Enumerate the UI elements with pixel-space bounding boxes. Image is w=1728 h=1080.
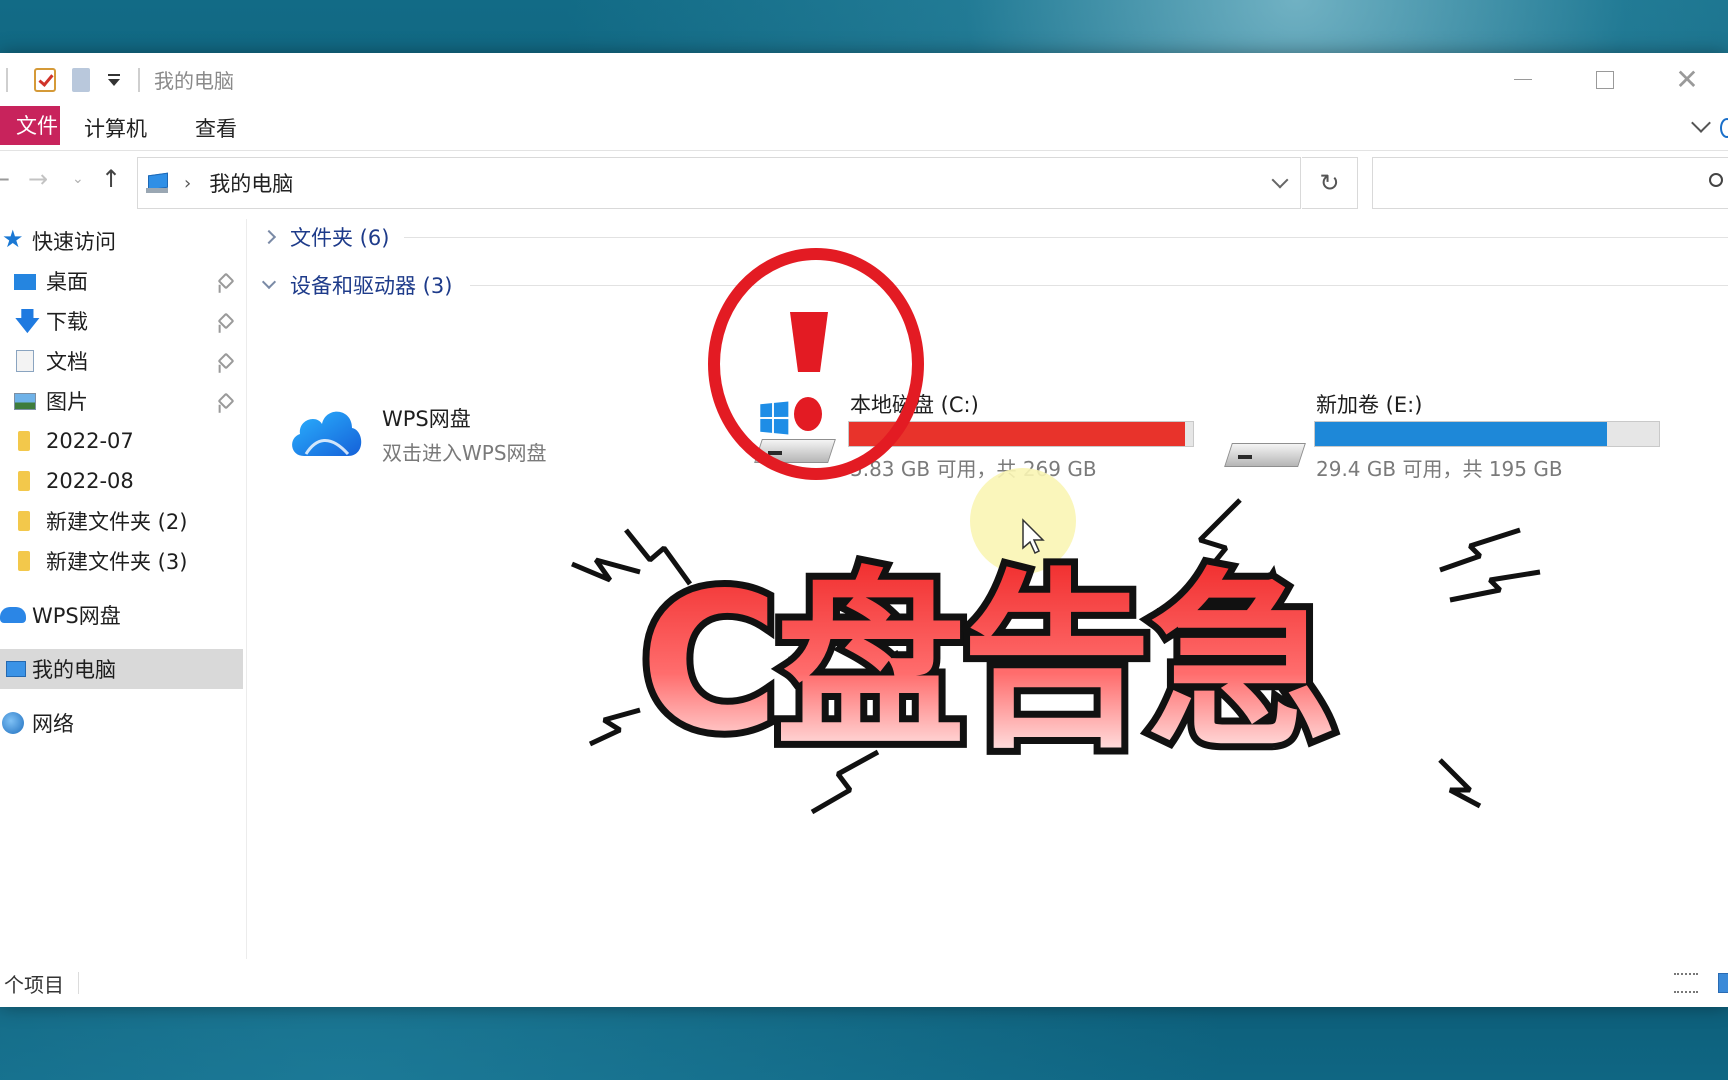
annotation-overlay: C盘告急: [571, 248, 1541, 815]
mouse-cursor-icon: [1022, 518, 1045, 555]
exclamation-bar: [790, 312, 828, 372]
headline-text: C盘告急: [640, 552, 1333, 773]
exclamation-dot: [794, 397, 822, 431]
